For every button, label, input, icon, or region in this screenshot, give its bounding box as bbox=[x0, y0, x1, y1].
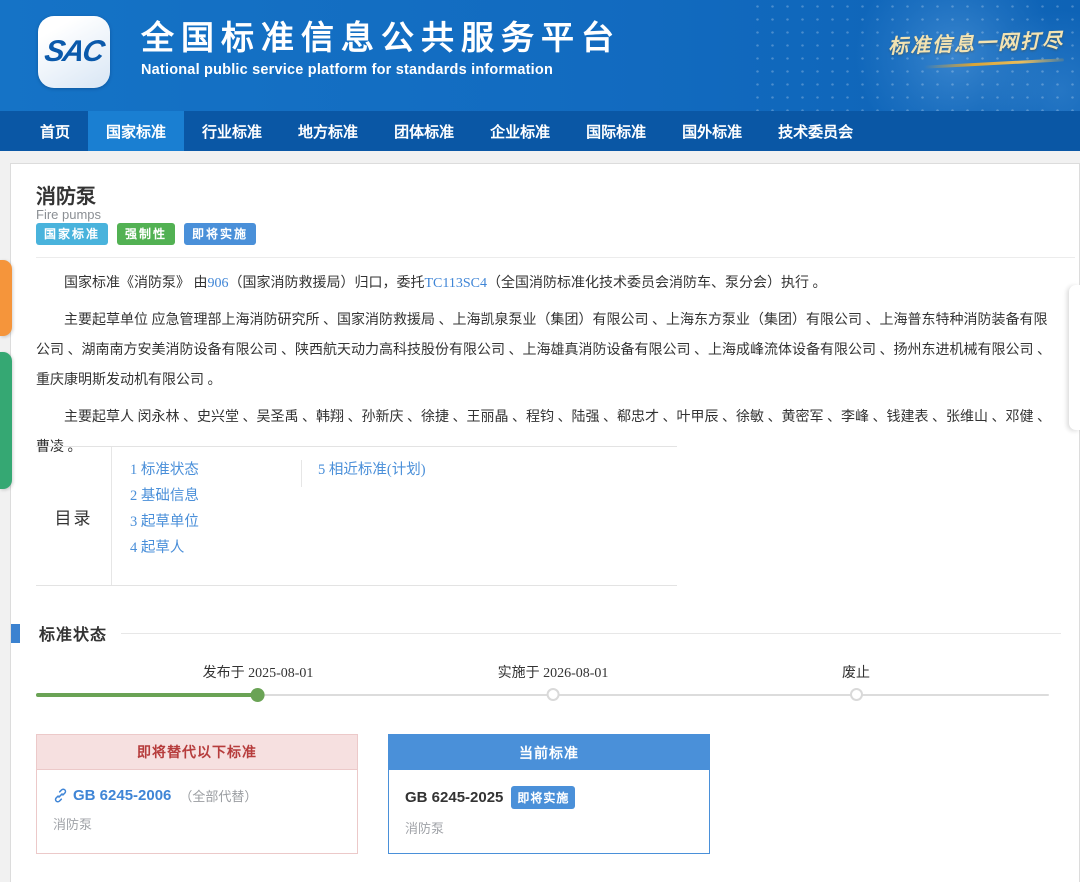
site-header: SAC 全国标准信息公共服务平台 National public service… bbox=[0, 0, 1080, 111]
current-standard-name: 消防泵 bbox=[405, 818, 693, 837]
slogan-text: 标准信息一网打尽 bbox=[834, 24, 1065, 61]
intro-mid: （国家消防救援局）归口，委托 bbox=[229, 276, 425, 291]
sac-logo[interactable]: SAC bbox=[38, 16, 110, 88]
link-tc113sc4[interactable]: TC113SC4 bbox=[425, 276, 488, 291]
timeline-dot-implemented bbox=[546, 688, 559, 701]
timeline-stop-implemented: 实施于 2026-08-01 bbox=[498, 663, 609, 701]
standard-title-zh: 消防泵 bbox=[36, 180, 96, 209]
side-tab-orange[interactable] bbox=[0, 260, 12, 336]
current-standard-code: GB 6245-2025 bbox=[405, 789, 503, 806]
nav-item-industry-standards[interactable]: 行业标准 bbox=[184, 111, 280, 151]
toc-label: 目录 bbox=[55, 504, 93, 529]
nav-item-international-standards[interactable]: 国际标准 bbox=[568, 111, 664, 151]
toc-column-2: 5 相近标准(计划) bbox=[318, 457, 426, 483]
badge-row: 国家标准 强制性 即将实施 bbox=[36, 223, 256, 245]
site-title: 全国标准信息公共服务平台 bbox=[141, 19, 621, 57]
toc-links: 1 标准状态 2 基础信息 3 起草单位 4 起草人 5 相近标准(计划) bbox=[112, 447, 677, 585]
section-rule bbox=[121, 633, 1061, 634]
standard-description: 国家标准《消防泵》 由906（国家消防救援局）归口，委托TC113SC4（全国消… bbox=[36, 265, 1056, 470]
timeline-dot-published bbox=[251, 688, 265, 702]
toc-box: 目录 1 标准状态 2 基础信息 3 起草单位 4 起草人 5 相近标准(计划) bbox=[36, 446, 677, 586]
side-tab-green[interactable] bbox=[0, 352, 12, 489]
current-card-header: 当前标准 bbox=[389, 735, 709, 770]
page: SAC 全国标准信息公共服务平台 National public service… bbox=[0, 0, 1080, 882]
section-marker bbox=[11, 624, 20, 643]
standard-title-en: Fire pumps bbox=[36, 207, 101, 222]
badge-upcoming: 即将实施 bbox=[184, 223, 256, 245]
chain-link-icon bbox=[53, 788, 68, 803]
paragraph-drafting-units: 主要起草单位 应急管理部上海消防研究所 、国家消防救援局 、上海凯泉泵业（集团）… bbox=[36, 306, 1056, 396]
intro-prefix: 国家标准《消防泵》 由 bbox=[64, 276, 208, 291]
toc-item-basic-info[interactable]: 2 基础信息 bbox=[130, 483, 677, 509]
status-timeline: 发布于 2025-08-01 实施于 2026-08-01 废止 bbox=[11, 655, 1079, 719]
intro-suffix: （全国消防标准化技术委员会消防车、泵分会）执行 。 bbox=[487, 276, 827, 291]
replaced-standard-link[interactable]: GB 6245-2006 bbox=[73, 787, 171, 804]
badge-mandatory: 强制性 bbox=[117, 223, 175, 245]
sac-logo-text: SAC bbox=[42, 35, 105, 69]
current-card-body: GB 6245-2025 即将实施 消防泵 bbox=[389, 770, 709, 837]
nav-item-local-standards[interactable]: 地方标准 bbox=[280, 111, 376, 151]
current-code-row: GB 6245-2025 即将实施 bbox=[405, 786, 693, 809]
nav-item-technical-committees[interactable]: 技术委员会 bbox=[760, 111, 871, 151]
timeline-label-abolished: 废止 bbox=[842, 663, 870, 685]
timeline-stop-abolished: 废止 bbox=[842, 663, 870, 701]
nav-item-national-standards[interactable]: 国家标准 bbox=[88, 111, 184, 151]
replaced-card-header: 即将替代以下标准 bbox=[37, 735, 357, 770]
toc-item-similar-standards[interactable]: 5 相近标准(计划) bbox=[318, 457, 426, 483]
replaced-standard-name: 消防泵 bbox=[53, 814, 341, 833]
header-slogan: 标准信息一网打尽 bbox=[834, 28, 1064, 65]
status-section-title: 标准状态 bbox=[39, 621, 107, 645]
timeline-stop-published: 发布于 2025-08-01 bbox=[203, 663, 314, 702]
nav-item-home[interactable]: 首页 bbox=[22, 111, 88, 151]
replaced-standard-note: （全部代替） bbox=[179, 786, 257, 805]
site-subtitle: National public service platform for sta… bbox=[141, 62, 621, 78]
toc-column-divider bbox=[301, 460, 302, 487]
divider bbox=[36, 257, 1075, 258]
status-section-header: 标准状态 bbox=[11, 621, 1061, 645]
main-nav: 首页 国家标准 行业标准 地方标准 团体标准 企业标准 国际标准 国外标准 技术… bbox=[0, 111, 1080, 151]
toc-item-drafting-units[interactable]: 3 起草单位 bbox=[130, 509, 677, 535]
replaced-standard-card: 即将替代以下标准 GB 6245-2006 （全部代替） bbox=[36, 734, 358, 854]
standard-cards-row: 即将替代以下标准 GB 6245-2006 （全部代替） bbox=[36, 734, 710, 854]
replaced-code-row: GB 6245-2006 （全部代替） bbox=[53, 786, 341, 805]
replaced-card-body: GB 6245-2006 （全部代替） 消防泵 bbox=[37, 770, 357, 833]
nav-item-foreign-standards[interactable]: 国外标准 bbox=[664, 111, 760, 151]
link-906[interactable]: 906 bbox=[208, 276, 229, 291]
toc-label-cell: 目录 bbox=[36, 447, 112, 585]
badge-national-standard: 国家标准 bbox=[36, 223, 108, 245]
timeline-dot-abolished bbox=[850, 688, 863, 701]
timeline-label-published: 发布于 2025-08-01 bbox=[203, 663, 314, 685]
timeline-label-implemented: 实施于 2026-08-01 bbox=[498, 663, 609, 685]
nav-item-enterprise-standards[interactable]: 企业标准 bbox=[472, 111, 568, 151]
content-card: 消防泵 Fire pumps 国家标准 强制性 即将实施 国家标准《消防泵》 由… bbox=[10, 163, 1080, 882]
right-floating-strip[interactable] bbox=[1069, 285, 1080, 430]
site-title-block: 全国标准信息公共服务平台 National public service pla… bbox=[141, 19, 621, 78]
nav-item-group-standards[interactable]: 团体标准 bbox=[376, 111, 472, 151]
current-standard-card: 当前标准 GB 6245-2025 即将实施 消防泵 bbox=[388, 734, 710, 854]
toc-item-drafters[interactable]: 4 起草人 bbox=[130, 535, 677, 561]
current-standard-badge: 即将实施 bbox=[511, 786, 575, 809]
paragraph-centralized: 国家标准《消防泵》 由906（国家消防救援局）归口，委托TC113SC4（全国消… bbox=[36, 269, 1056, 299]
